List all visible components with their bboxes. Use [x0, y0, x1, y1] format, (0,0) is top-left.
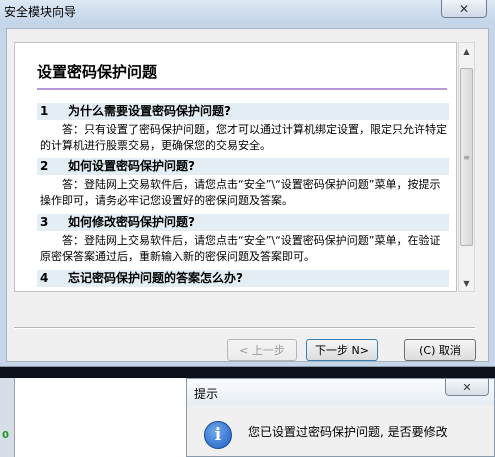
faq-question: 4 忘记密码保护问题的答案怎么办?: [37, 270, 449, 287]
security-wizard-window: 安全模块向导 ✕ 设置密码保护问题 1 为什么需要设置密码保护问题? 答：只有设置…: [0, 0, 495, 367]
background-marker: 0: [2, 430, 9, 441]
faq-answer: 答：只有设置了密码保护问题，您才可以通过计算机绑定设置，限定只允许特定的计算机进…: [40, 123, 447, 152]
prompt-titlebar[interactable]: 提示 ✕: [187, 379, 494, 405]
prompt-dialog: 提示 ✕ i 您已设置过密码保护问题, 是否要修改: [186, 378, 495, 457]
faq-question: 2 如何设置密码保护问题?: [37, 158, 449, 175]
faq-scrollbar[interactable]: ▲ ≡ ▼: [458, 42, 475, 292]
cancel-button[interactable]: (C) 取消: [404, 339, 476, 361]
prompt-close-button[interactable]: ✕: [445, 379, 489, 396]
faq-item: 2 如何设置密码保护问题? 答：登陆网上交易软件后，请您点击“安全”\“设置密码保…: [37, 158, 449, 209]
prompt-title: 提示: [194, 387, 219, 401]
previous-button[interactable]: < 上一步: [227, 339, 297, 361]
title-underline: [37, 88, 447, 90]
scroll-down-icon[interactable]: ▼: [459, 276, 474, 291]
faq-answer: 答：登陆网上交易软件后，请您点击“安全”\“设置密码保护问题”菜单，按提示操作即…: [40, 178, 441, 207]
faq-item: 3 如何修改密码保护问题? 答：登陆网上交易软件后，请您点击“安全”\“设置密码保…: [37, 214, 449, 265]
wizard-title: 安全模块向导: [4, 5, 77, 19]
faq-item: 1 为什么需要设置密码保护问题? 答：只有设置了密码保护问题，您才可以通过计算机绑…: [37, 103, 449, 154]
grip-icon: ≡: [463, 152, 470, 162]
background-left-strip: [0, 378, 14, 457]
prompt-message: 您已设置过密码保护问题, 是否要修改: [248, 425, 448, 439]
page-title: 设置密码保护问题: [37, 63, 158, 81]
faq-item: 4 忘记密码保护问题的答案怎么办?: [37, 270, 449, 287]
scrollbar-thumb[interactable]: ≡: [460, 68, 473, 246]
next-button[interactable]: 下一步 N>: [306, 339, 378, 361]
wizard-titlebar[interactable]: 安全模块向导 ✕: [0, 0, 495, 24]
info-icon: i: [204, 421, 232, 449]
button-divider: [14, 327, 475, 329]
close-icon: ✕: [462, 380, 472, 394]
faq-question: 1 为什么需要设置密码保护问题?: [37, 103, 449, 120]
faq-answer: 答：登陆网上交易软件后，请您点击“安全”\“设置密码保护问题”菜单，在验证原密保…: [40, 234, 441, 263]
background-panel: [14, 378, 187, 457]
faq-question: 3 如何修改密码保护问题?: [37, 214, 449, 231]
close-icon: ✕: [458, 1, 470, 16]
scroll-up-icon[interactable]: ▲: [459, 44, 474, 59]
faq-content-pane: 设置密码保护问题 1 为什么需要设置密码保护问题? 答：只有设置了密码保护问题，您…: [14, 42, 457, 292]
wizard-close-button[interactable]: ✕: [441, 0, 487, 18]
